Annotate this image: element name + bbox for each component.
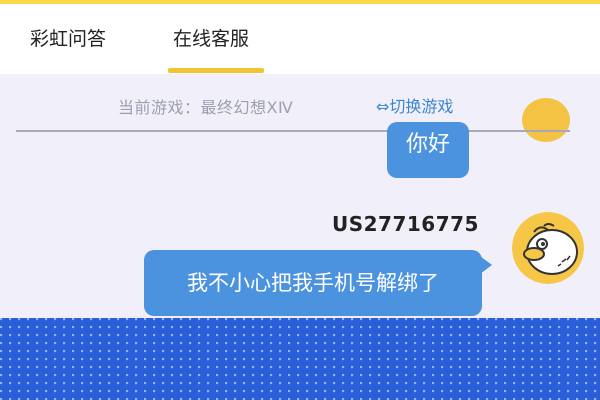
message-text: 你好 <box>405 132 450 157</box>
user-avatar[interactable] <box>512 212 584 284</box>
partial-avatar <box>522 98 570 142</box>
game-bar: 当前游戏：最终幻想ⅩⅣ ⇔切换游戏 <box>0 74 600 134</box>
divider-line <box>16 130 570 132</box>
message-text: 我不小心把我手机号解绑了 <box>187 271 439 295</box>
switch-game-link[interactable]: ⇔切换游戏 <box>376 93 453 117</box>
pufferfish-avatar-icon <box>512 212 584 284</box>
active-tab-indicator <box>168 68 264 73</box>
tab-rainbow-qa[interactable]: 彩虹问答 <box>30 26 106 52</box>
current-game-label: 当前游戏：最终幻想ⅩⅣ <box>118 98 294 117</box>
message-bubble: 你好 <box>387 122 469 178</box>
bubble-tail <box>480 256 492 274</box>
blue-overlay-band <box>0 318 600 400</box>
tab-online-support[interactable]: 在线客服 <box>173 26 249 52</box>
sender-username: US27716775 <box>332 212 479 236</box>
message-bubble: 我不小心把我手机号解绑了 <box>144 250 482 316</box>
tab-bar: 彩虹问答 在线客服 <box>0 4 600 74</box>
